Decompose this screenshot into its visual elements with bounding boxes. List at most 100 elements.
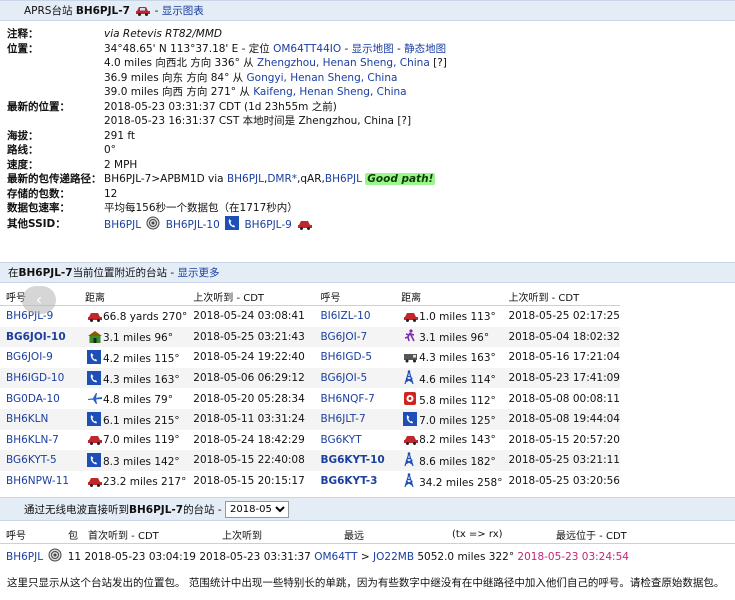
phone-icon: [225, 215, 240, 230]
nearby-city-row: 39.0 miles 向西 方向 271° 从 Kaifeng, Henan S…: [0, 85, 735, 100]
nearby-city-link[interactable]: Kaifeng, Henan Sheng, China: [253, 86, 406, 98]
table-cell: BG6JOI-10: [0, 326, 79, 348]
show-more-link[interactable]: 显示更多: [178, 267, 220, 279]
heard-bar-prefix: 通过无线电波直接听到: [24, 504, 129, 516]
house-icon: [87, 330, 102, 343]
path-row: 最新的包传递路径： BH6PJL-7>APBM1D via BH6PJL,DMR…: [0, 172, 735, 187]
station-info: 注释： via Retevis RT82/MMD 位置： 34°48.65' N…: [0, 27, 735, 233]
station-callsign-link[interactable]: BG6KYT-10: [320, 454, 384, 466]
station-callsign-link[interactable]: BG6KYT: [320, 434, 361, 446]
station-distance: 4.2 miles 115°: [103, 352, 180, 365]
station-callsign-link[interactable]: BI6IZL-10: [320, 310, 370, 322]
help-link[interactable]: [?]: [430, 57, 447, 69]
station-callsign-link[interactable]: BH6KLN: [6, 413, 48, 425]
last-heard-time: 2018-05-15 20:15:17: [193, 475, 305, 488]
month-select[interactable]: 2018-05: [225, 501, 290, 518]
station-callsign-link[interactable]: BH6IGD-5: [320, 351, 372, 363]
heard-distance: 5052.0 miles 322°: [414, 550, 515, 563]
show-chart-link[interactable]: 显示图表: [162, 5, 204, 17]
table-cell: 2018-05-16 17:21:04: [502, 347, 620, 368]
station-callsign-link[interactable]: BG6KYT-3: [320, 475, 377, 487]
station-callsign-link[interactable]: BG0DA-10: [6, 393, 60, 405]
ssid-link[interactable]: BH6PJL: [104, 219, 141, 231]
table-cell: 8.6 miles 182°: [395, 450, 503, 471]
table-cell: 2018-05-25 03:21:43: [187, 326, 315, 348]
column-header: 距离: [79, 288, 188, 306]
last-heard-time: 2018-05-20 05:28:34: [193, 392, 305, 405]
table-row: BH6IGD-10 4.3 miles 163° 2018-05-06 06:29:…: [0, 367, 620, 389]
ssid-link[interactable]: BH6PJL-10: [166, 219, 220, 231]
nearby-bar-sep: -: [167, 267, 178, 279]
table-cell: 2018-05-06 06:29:12: [187, 367, 315, 389]
station-distance: 5.8 miles 112°: [419, 394, 496, 407]
heard-from-grid-link[interactable]: OM64TT: [314, 551, 357, 563]
stored-packets-value: 12: [104, 187, 118, 200]
station-callsign-link[interactable]: BH6NQF-7: [320, 393, 374, 405]
station-callsign-link[interactable]: BH6KLN-7: [6, 434, 59, 446]
heard-first: 2018-05-23 03:04:19: [84, 550, 196, 563]
ssid-link[interactable]: BH6PJL-9: [244, 219, 291, 231]
path-digi-link[interactable]: BH6PJL: [227, 173, 264, 185]
table-cell: 5.8 miles 112°: [395, 388, 502, 409]
table-cell: BH6NQF-7: [314, 388, 395, 409]
locator-link[interactable]: OM64TT44IO: [273, 43, 341, 55]
last-heard-time: 2018-05-06 06:29:12: [193, 372, 305, 385]
table-cell: 2018-05-25 03:21:11: [502, 450, 620, 471]
heard-callsign-link[interactable]: BH6PJL: [6, 551, 43, 563]
table-cell: 2018-05-23 17:41:09: [502, 367, 620, 389]
column-header: 最远位于 - CDT: [550, 525, 735, 544]
nearby-city-link[interactable]: Zhengzhou, Henan Sheng, China: [257, 57, 430, 69]
column-header: 上次听到 - CDT: [502, 288, 620, 306]
phone-icon: [87, 349, 101, 364]
latest-position-utc: 2018-05-23 03:31:37 CDT (1d 23h55m 之前): [104, 100, 337, 113]
station-callsign-link[interactable]: BH6NPW-11: [6, 475, 69, 487]
car-icon: [87, 475, 102, 488]
other-ssid-row: 其他SSID： BH6PJL BH6PJL-10 BH6PJL-9: [0, 215, 735, 233]
phone-icon: [403, 411, 418, 426]
show-map-link[interactable]: 显示地图: [352, 43, 394, 55]
nearby-bar-text: 当前位置附近的台站: [72, 267, 168, 279]
station-distance: 8.6 miles 182°: [419, 456, 496, 469]
table-cell: 2018-05-25 02:17:25: [502, 306, 620, 327]
position-row: 位置： 34°48.65' N 113°37.18' E - 定位 OM64TT…: [0, 42, 735, 57]
table-cell: 23.2 miles 217°: [79, 471, 187, 492]
station-callsign-link[interactable]: BG6KYT-5: [6, 454, 57, 466]
heard-bar-text: 的台站 -: [183, 504, 226, 516]
station-callsign-link[interactable]: BG6JOI-9: [6, 351, 53, 363]
scroll-back-button[interactable]: ‹: [22, 286, 56, 314]
last-heard-time: 2018-05-24 03:08:41: [193, 310, 305, 323]
table-cell: 3.1 miles 96°: [395, 326, 503, 348]
table-header-row: 呼号 包 首次听到 - CDT 上次听到 最远 (tx => rx) 最远位于 …: [0, 525, 735, 544]
station-callsign-link[interactable]: BG6JOI-5: [320, 372, 367, 384]
last-heard-time: 2018-05-24 18:42:29: [193, 433, 305, 446]
station-header-bar: APRS台站 BH6PJL-7 - 显示图表: [0, 0, 735, 21]
stored-packets-label: 存储的包数：: [7, 187, 70, 200]
path-igate-link[interactable]: BH6PJL: [325, 173, 362, 185]
column-header: 上次听到: [216, 525, 338, 544]
station-callsign-link[interactable]: BH6JLT-7: [320, 413, 365, 425]
phone-icon: [87, 411, 101, 426]
nearby-city-link[interactable]: Gongyi, Henan Sheng, China: [247, 72, 398, 84]
table-cell: BH6NPW-11: [0, 471, 79, 492]
nearby-city-distance: 36.9 miles 向东 方向 84° 从: [104, 71, 247, 84]
table-cell: BH6JLT-7: [314, 408, 396, 430]
table-cell: 3.1 miles 96°: [79, 326, 188, 348]
table-cell: 2018-05-08 00:08:11: [502, 388, 620, 409]
table-cell: 8.2 miles 143°: [395, 430, 502, 451]
course-value: 0°: [104, 144, 116, 156]
runner-icon: [403, 329, 417, 342]
speed-label: 速度：: [7, 158, 39, 171]
table-cell: 2018-05-08 19:44:04: [502, 408, 620, 430]
station-callsign-link[interactable]: BG6JOI-7: [320, 331, 367, 343]
static-map-link[interactable]: 静态地图: [404, 43, 446, 55]
last-heard-time: 2018-05-15 22:40:08: [193, 454, 305, 467]
car-icon: [403, 433, 419, 446]
heard-to-grid-link[interactable]: JO22MB: [373, 551, 414, 563]
station-callsign-link[interactable]: BH6IGD-10: [6, 372, 64, 384]
last-heard-time: 2018-05-25 03:21:43: [193, 330, 305, 343]
last-heard-time: 2018-05-11 03:31:24: [193, 413, 305, 426]
table-cell: 2018-05-24 18:42:29: [187, 430, 314, 451]
path-digi-link[interactable]: DMR*: [267, 173, 297, 185]
station-distance: 7.0 miles 119°: [103, 434, 180, 447]
station-callsign-link[interactable]: BG6JOI-10: [6, 331, 66, 343]
